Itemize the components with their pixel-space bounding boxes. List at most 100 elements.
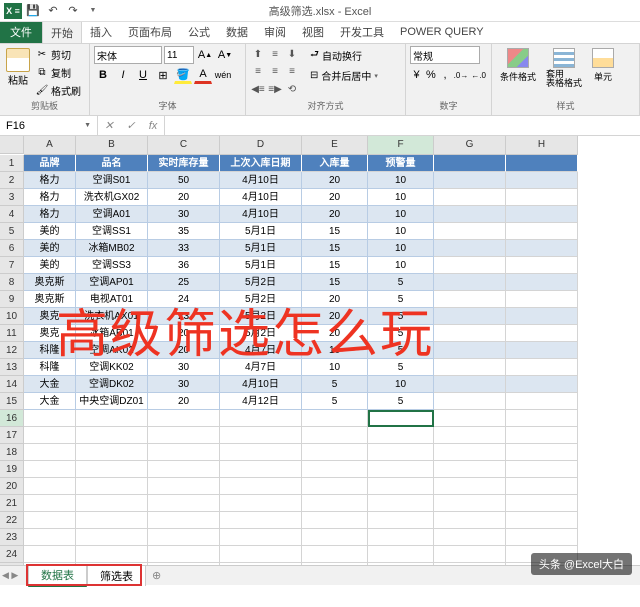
cell[interactable]: 洗衣机GX02: [76, 189, 148, 206]
cell[interactable]: [76, 444, 148, 461]
cell[interactable]: 10: [368, 376, 434, 393]
cell[interactable]: [302, 461, 368, 478]
row-header-4[interactable]: 4: [0, 206, 23, 223]
row-header-14[interactable]: 14: [0, 376, 23, 393]
cell[interactable]: [506, 410, 578, 427]
cell[interactable]: 空调SS1: [76, 223, 148, 240]
cell[interactable]: [434, 529, 506, 546]
cell[interactable]: [434, 223, 506, 240]
formula-input[interactable]: [165, 116, 640, 135]
cell[interactable]: [220, 444, 302, 461]
cells-area[interactable]: 品牌品名实时库存量上次入库日期入库量预警量格力空调S01504月10日2010格…: [24, 155, 578, 576]
percent-button[interactable]: %: [424, 66, 437, 84]
cell[interactable]: [368, 427, 434, 444]
cell[interactable]: 15: [302, 223, 368, 240]
italic-button[interactable]: I: [114, 66, 132, 84]
cell[interactable]: 冰箱AB01: [76, 325, 148, 342]
cell[interactable]: [220, 427, 302, 444]
cell[interactable]: [506, 291, 578, 308]
row-header-20[interactable]: 20: [0, 478, 23, 495]
cell[interactable]: [368, 495, 434, 512]
cell[interactable]: 5月1日: [220, 240, 302, 257]
cell[interactable]: [24, 495, 76, 512]
align-center-icon[interactable]: ≡: [267, 63, 283, 79]
cell[interactable]: 洗衣机AX01: [76, 308, 148, 325]
cell[interactable]: [434, 512, 506, 529]
cell[interactable]: 20: [302, 206, 368, 223]
underline-button[interactable]: U: [134, 66, 152, 84]
spreadsheet-grid[interactable]: A B C D E F G H 123456789101112131415161…: [0, 136, 640, 576]
row-header-10[interactable]: 10: [0, 308, 23, 325]
tab-review[interactable]: 审阅: [256, 21, 294, 43]
cell[interactable]: [76, 495, 148, 512]
cell[interactable]: 空调DK02: [76, 376, 148, 393]
cell[interactable]: 36: [148, 257, 220, 274]
cell[interactable]: [434, 308, 506, 325]
cell[interactable]: [506, 529, 578, 546]
cell[interactable]: 空调KK02: [76, 359, 148, 376]
tab-formulas[interactable]: 公式: [180, 21, 218, 43]
cell[interactable]: 20: [148, 325, 220, 342]
row-header-7[interactable]: 7: [0, 257, 23, 274]
qat-dropdown-icon[interactable]: ▼: [84, 2, 102, 20]
cell[interactable]: [506, 172, 578, 189]
tab-file[interactable]: 文件: [0, 21, 42, 43]
conditional-format-button[interactable]: 条件格式: [496, 46, 540, 85]
decrease-indent-icon[interactable]: ◀≡: [250, 81, 266, 97]
cell[interactable]: 美的: [24, 223, 76, 240]
cell[interactable]: 10: [368, 240, 434, 257]
align-bottom-icon[interactable]: ⬇: [284, 46, 300, 62]
cell[interactable]: [506, 359, 578, 376]
col-header-D[interactable]: D: [220, 136, 302, 155]
row-header-9[interactable]: 9: [0, 291, 23, 308]
cell[interactable]: 科隆: [24, 342, 76, 359]
cancel-icon[interactable]: ✕: [98, 116, 120, 135]
row-header-24[interactable]: 24: [0, 546, 23, 563]
cell[interactable]: [76, 546, 148, 563]
row-header-16[interactable]: 16: [0, 410, 23, 427]
cell[interactable]: 5: [368, 342, 434, 359]
cell[interactable]: [434, 325, 506, 342]
row-header-13[interactable]: 13: [0, 359, 23, 376]
cell[interactable]: [506, 274, 578, 291]
row-header-6[interactable]: 6: [0, 240, 23, 257]
cell[interactable]: [76, 478, 148, 495]
cell[interactable]: 电视AT01: [76, 291, 148, 308]
font-size-select[interactable]: [164, 46, 194, 64]
cell[interactable]: [434, 410, 506, 427]
tab-power-query[interactable]: POWER QUERY: [392, 21, 492, 43]
cell-styles-button[interactable]: 单元: [588, 46, 618, 85]
cell[interactable]: [506, 461, 578, 478]
cell[interactable]: [506, 240, 578, 257]
cell[interactable]: 4月10日: [220, 172, 302, 189]
cell[interactable]: 4月10日: [220, 376, 302, 393]
cell[interactable]: 奥克斯: [24, 291, 76, 308]
cell[interactable]: 5月2日: [220, 325, 302, 342]
cell[interactable]: [434, 359, 506, 376]
cell[interactable]: 30: [148, 376, 220, 393]
row-header-17[interactable]: 17: [0, 427, 23, 444]
row-header-5[interactable]: 5: [0, 223, 23, 240]
font-color-button[interactable]: A: [194, 66, 212, 84]
cell[interactable]: [368, 546, 434, 563]
cell[interactable]: 20: [302, 172, 368, 189]
cell[interactable]: 5: [368, 308, 434, 325]
number-format-select[interactable]: [410, 46, 480, 64]
increase-indent-icon[interactable]: ≡▶: [267, 81, 283, 97]
cell[interactable]: [506, 206, 578, 223]
cell[interactable]: 5: [302, 393, 368, 410]
cell[interactable]: 4月7日: [220, 342, 302, 359]
sheet-nav-icons[interactable]: ◀ ▶: [2, 570, 18, 581]
cell[interactable]: 10: [302, 342, 368, 359]
bold-button[interactable]: B: [94, 66, 112, 84]
row-header-11[interactable]: 11: [0, 325, 23, 342]
row-header-21[interactable]: 21: [0, 495, 23, 512]
cell[interactable]: 20: [302, 325, 368, 342]
cell[interactable]: [434, 155, 506, 172]
cell[interactable]: 奥克: [24, 325, 76, 342]
cell[interactable]: [148, 478, 220, 495]
row-header-8[interactable]: 8: [0, 274, 23, 291]
cell[interactable]: [434, 546, 506, 563]
cell[interactable]: 5: [368, 325, 434, 342]
cell[interactable]: [506, 376, 578, 393]
